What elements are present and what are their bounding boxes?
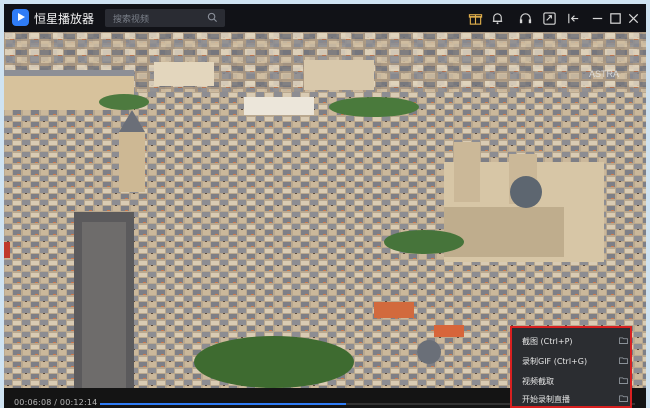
chevron-down-icon[interactable]: ⌄ <box>86 11 94 22</box>
menu-item-video-clip[interactable]: 视频截取 <box>518 372 628 390</box>
app-title: 恒星播放器 <box>34 12 95 26</box>
time-display: 00:06:08 / 00:12:14 <box>14 398 98 407</box>
minimize-icon[interactable] <box>590 11 605 26</box>
menu-item-screenshot[interactable]: 截图 (Ctrl+P) <box>518 332 628 350</box>
menu-item-record-live[interactable]: 开始录制直播 <box>518 390 628 408</box>
headset-icon[interactable] <box>518 11 533 26</box>
context-menu: 截图 (Ctrl+P) 录制GIF (Ctrl+G) 视频截取 开始录制直播 <box>510 326 632 408</box>
app-logo-icon <box>12 9 29 26</box>
pin-icon[interactable] <box>566 11 581 26</box>
bell-icon[interactable] <box>490 11 505 26</box>
progress-fill <box>100 403 347 405</box>
player-window: 恒星播放器 ⌄ 搜索视频 ASTRA 00:06:08 / 00:12:14 截… <box>4 4 646 408</box>
video-watermark: ASTRA <box>589 69 619 79</box>
menu-item-label: 视频截取 <box>522 377 554 386</box>
search-icon[interactable] <box>207 12 218 23</box>
screenshot-icon[interactable] <box>542 11 557 26</box>
title-bar: 恒星播放器 ⌄ 搜索视频 <box>4 4 646 32</box>
folder-icon[interactable] <box>619 395 628 402</box>
menu-item-label: 截图 (Ctrl+P) <box>522 337 573 346</box>
menu-item-record-gif[interactable]: 录制GIF (Ctrl+G) <box>518 352 628 370</box>
close-icon[interactable] <box>626 11 641 26</box>
folder-icon[interactable] <box>619 337 628 344</box>
folder-icon[interactable] <box>619 377 628 384</box>
menu-item-label: 录制GIF (Ctrl+G) <box>522 357 588 366</box>
search-box[interactable]: 搜索视频 <box>105 9 225 27</box>
maximize-icon[interactable] <box>608 11 623 26</box>
menu-item-label: 开始录制直播 <box>522 395 570 404</box>
search-placeholder: 搜索视频 <box>113 15 150 25</box>
gift-icon[interactable] <box>468 11 483 26</box>
folder-icon[interactable] <box>619 357 628 364</box>
